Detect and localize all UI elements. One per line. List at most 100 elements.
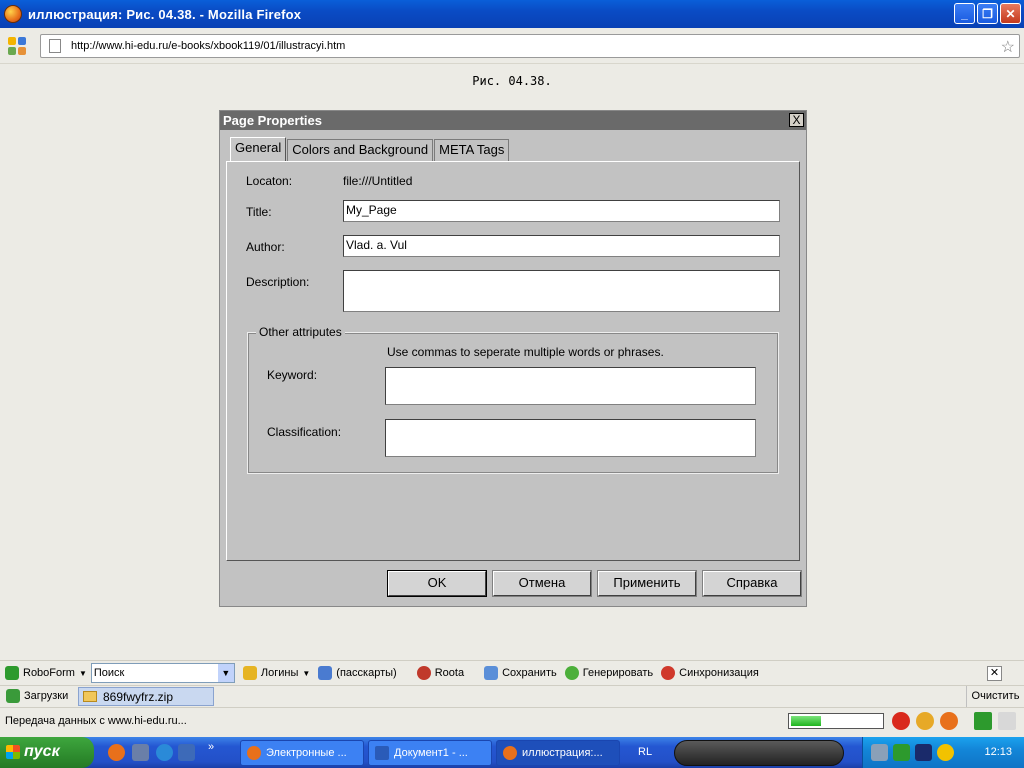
location-label: Locaton: xyxy=(246,174,293,188)
navigation-bar: http://www.hi-edu.ru/e-books/xbook119/01… xyxy=(0,28,1024,64)
system-tray: 12:13 xyxy=(862,737,1024,768)
toolbar-close-button[interactable]: ✕ xyxy=(987,666,1002,681)
tray-app-icon[interactable] xyxy=(915,744,932,761)
page-caption: Рис. 04.38. xyxy=(472,74,552,88)
location-value: file:///Untitled xyxy=(343,174,413,188)
browser-titlebar[interactable]: иллюстрация: Рис. 04.38. - Mozilla Firef… xyxy=(0,0,1024,28)
downloads-bar: Загрузки 869fwyfrz.zip Очистить xyxy=(0,685,1024,708)
status-bar: Передача данных с www.hi-edu.ru... xyxy=(0,707,1024,734)
firefox-logo-icon xyxy=(4,5,22,23)
author-label: Author: xyxy=(246,240,285,254)
title-label: Title: xyxy=(246,205,272,219)
save-icon xyxy=(484,666,499,680)
help-button[interactable]: Справка xyxy=(702,570,802,597)
window-title: иллюстрация: Рис. 04.38. - Mozilla Firef… xyxy=(28,6,302,22)
sync-icon xyxy=(661,666,676,680)
page-properties-dialog: Page Properties X General Colors and Bac… xyxy=(219,110,807,607)
bookmark-star-icon[interactable]: ☆ xyxy=(1001,37,1015,57)
dialog-close-button[interactable]: X xyxy=(789,113,804,127)
url-text: http://www.hi-edu.ru/e-books/xbook119/01… xyxy=(71,40,346,52)
group-legend: Other attriputes xyxy=(256,325,345,339)
passcards-button[interactable]: (пасскарты) xyxy=(318,666,397,680)
ok-button[interactable]: OK xyxy=(387,570,487,597)
task-illustration[interactable]: иллюстрация:... xyxy=(496,740,620,766)
download-filename: 869fwyfrz.zip xyxy=(103,689,174,704)
clock: 12:13 xyxy=(984,746,1012,758)
firefox-icon xyxy=(247,746,261,760)
close-window-button[interactable]: ✕ xyxy=(1000,3,1021,24)
tray-roboform-icon[interactable] xyxy=(893,744,910,761)
other-attributes-group: Other attriputes Use commas to seperate … xyxy=(247,325,779,474)
sync-button[interactable]: Синхронизация xyxy=(661,666,759,680)
downloads-button[interactable]: Загрузки xyxy=(6,689,68,703)
quicklaunch-firefox-icon[interactable] xyxy=(108,744,125,761)
tab-general[interactable]: General xyxy=(230,137,287,161)
quicklaunch-app-icon[interactable] xyxy=(132,744,149,761)
window-controls: _ ❐ ✕ xyxy=(954,3,1021,24)
title-input[interactable]: My_Page xyxy=(343,200,780,222)
search-dropdown-icon[interactable]: ▼ xyxy=(217,664,234,682)
tab-strip: General Colors and Background META Tags xyxy=(230,137,510,161)
firefox-icon xyxy=(503,746,517,760)
passcards-label: (пасскарты) xyxy=(336,667,397,679)
roota-button[interactable]: Roota xyxy=(416,666,465,680)
start-button[interactable]: пуск xyxy=(0,737,94,768)
save-label: Сохранить xyxy=(502,667,557,679)
word-icon xyxy=(375,746,389,760)
keywords-hint: Use commas to seperate multiple words or… xyxy=(387,345,664,359)
minimize-button[interactable]: _ xyxy=(954,3,975,24)
cancel-button[interactable]: Отмена xyxy=(492,570,592,597)
generate-button[interactable]: Генерировать xyxy=(564,666,653,680)
logins-menu[interactable]: Логины ▼ xyxy=(242,666,311,680)
apply-button[interactable]: Применить xyxy=(597,570,697,597)
quicklaunch-ie-icon[interactable] xyxy=(156,744,173,761)
roboform-status-icon[interactable] xyxy=(974,712,992,730)
author-input[interactable]: Vlad. a. Vul xyxy=(343,235,780,257)
classification-input[interactable] xyxy=(385,419,756,457)
maximize-button[interactable]: ❐ xyxy=(977,3,998,24)
roota-label: Roota xyxy=(434,667,465,679)
roboform-search-input[interactable]: Поиск ▼ xyxy=(90,663,235,683)
tab-colors-and-background[interactable]: Colors and Background xyxy=(287,139,434,161)
task-electronic[interactable]: Электронные ... xyxy=(240,740,364,766)
addon-face-icon[interactable] xyxy=(916,712,934,730)
clear-downloads-button[interactable]: Очистить xyxy=(966,686,1024,708)
description-input[interactable] xyxy=(343,270,780,312)
windows-taskbar: пуск » Электронные ... Документ1 - ... и… xyxy=(0,737,1024,768)
quicklaunch-desktop-icon[interactable] xyxy=(178,744,195,761)
description-label: Description: xyxy=(246,275,310,289)
logins-label: Логины xyxy=(260,667,299,679)
search-placeholder: Поиск xyxy=(93,667,125,679)
start-label: пуск xyxy=(24,743,60,760)
quicklaunch-expand-icon[interactable]: » xyxy=(208,741,214,753)
resize-grip-icon xyxy=(998,712,1016,730)
passcards-icon xyxy=(318,666,333,680)
tray-network-icon[interactable] xyxy=(871,744,888,761)
task-label: иллюстрация:... xyxy=(522,747,603,759)
roboform-menu[interactable]: RoboForm ▼ xyxy=(5,666,87,680)
keyword-input[interactable] xyxy=(385,367,756,405)
url-bar[interactable]: http://www.hi-edu.ru/e-books/xbook119/01… xyxy=(40,34,1020,58)
task-label: Электронные ... xyxy=(266,747,347,759)
tray-alert-icon[interactable] xyxy=(937,744,954,761)
download-item[interactable]: 869fwyfrz.zip xyxy=(78,687,214,706)
firefox-addon-icon[interactable] xyxy=(940,712,958,730)
roota-icon xyxy=(416,666,431,680)
speed-dial-icon[interactable] xyxy=(8,37,26,55)
status-text: Передача данных с www.hi-edu.ru... xyxy=(5,715,187,727)
task-document[interactable]: Документ1 - ... xyxy=(368,740,492,766)
chevron-down-icon: ▼ xyxy=(302,668,311,678)
progress-fill xyxy=(791,716,821,726)
classification-label: Classification: xyxy=(267,425,342,439)
status-icons xyxy=(892,712,1016,730)
windows-flag-icon xyxy=(6,745,20,759)
dialog-title: Page Properties xyxy=(223,113,322,128)
dialog-titlebar[interactable]: Page Properties xyxy=(220,111,806,130)
adblock-icon[interactable] xyxy=(892,712,910,730)
tab-meta-tags[interactable]: META Tags xyxy=(434,139,510,161)
language-indicator[interactable]: RL xyxy=(638,746,652,758)
media-player-bar[interactable] xyxy=(674,740,844,766)
save-button[interactable]: Сохранить xyxy=(484,666,557,680)
general-tab-panel: Locaton: file:///Untitled Title: My_Page… xyxy=(226,161,800,561)
folder-icon xyxy=(83,691,97,702)
